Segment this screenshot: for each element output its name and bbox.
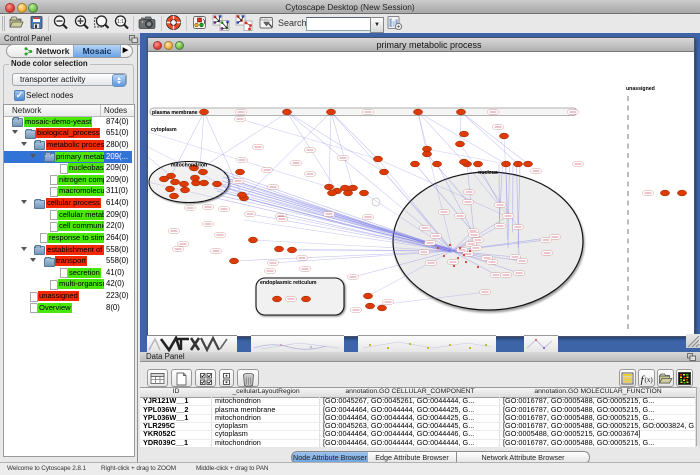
svg-text:cytoplasm: cytoplasm [151,127,177,133]
svg-text:unassigned: unassigned [626,86,655,92]
svg-text:nucleus: nucleus [478,170,498,176]
svg-text:1:1: 1:1 [117,19,124,25]
svg-text:endoplasmic reticulum: endoplasmic reticulum [260,280,317,286]
svg-text:(x): (x) [644,376,653,384]
svg-text:plasma membrane: plasma membrane [152,110,198,116]
svg-text:mitochondrion: mitochondrion [171,163,207,169]
